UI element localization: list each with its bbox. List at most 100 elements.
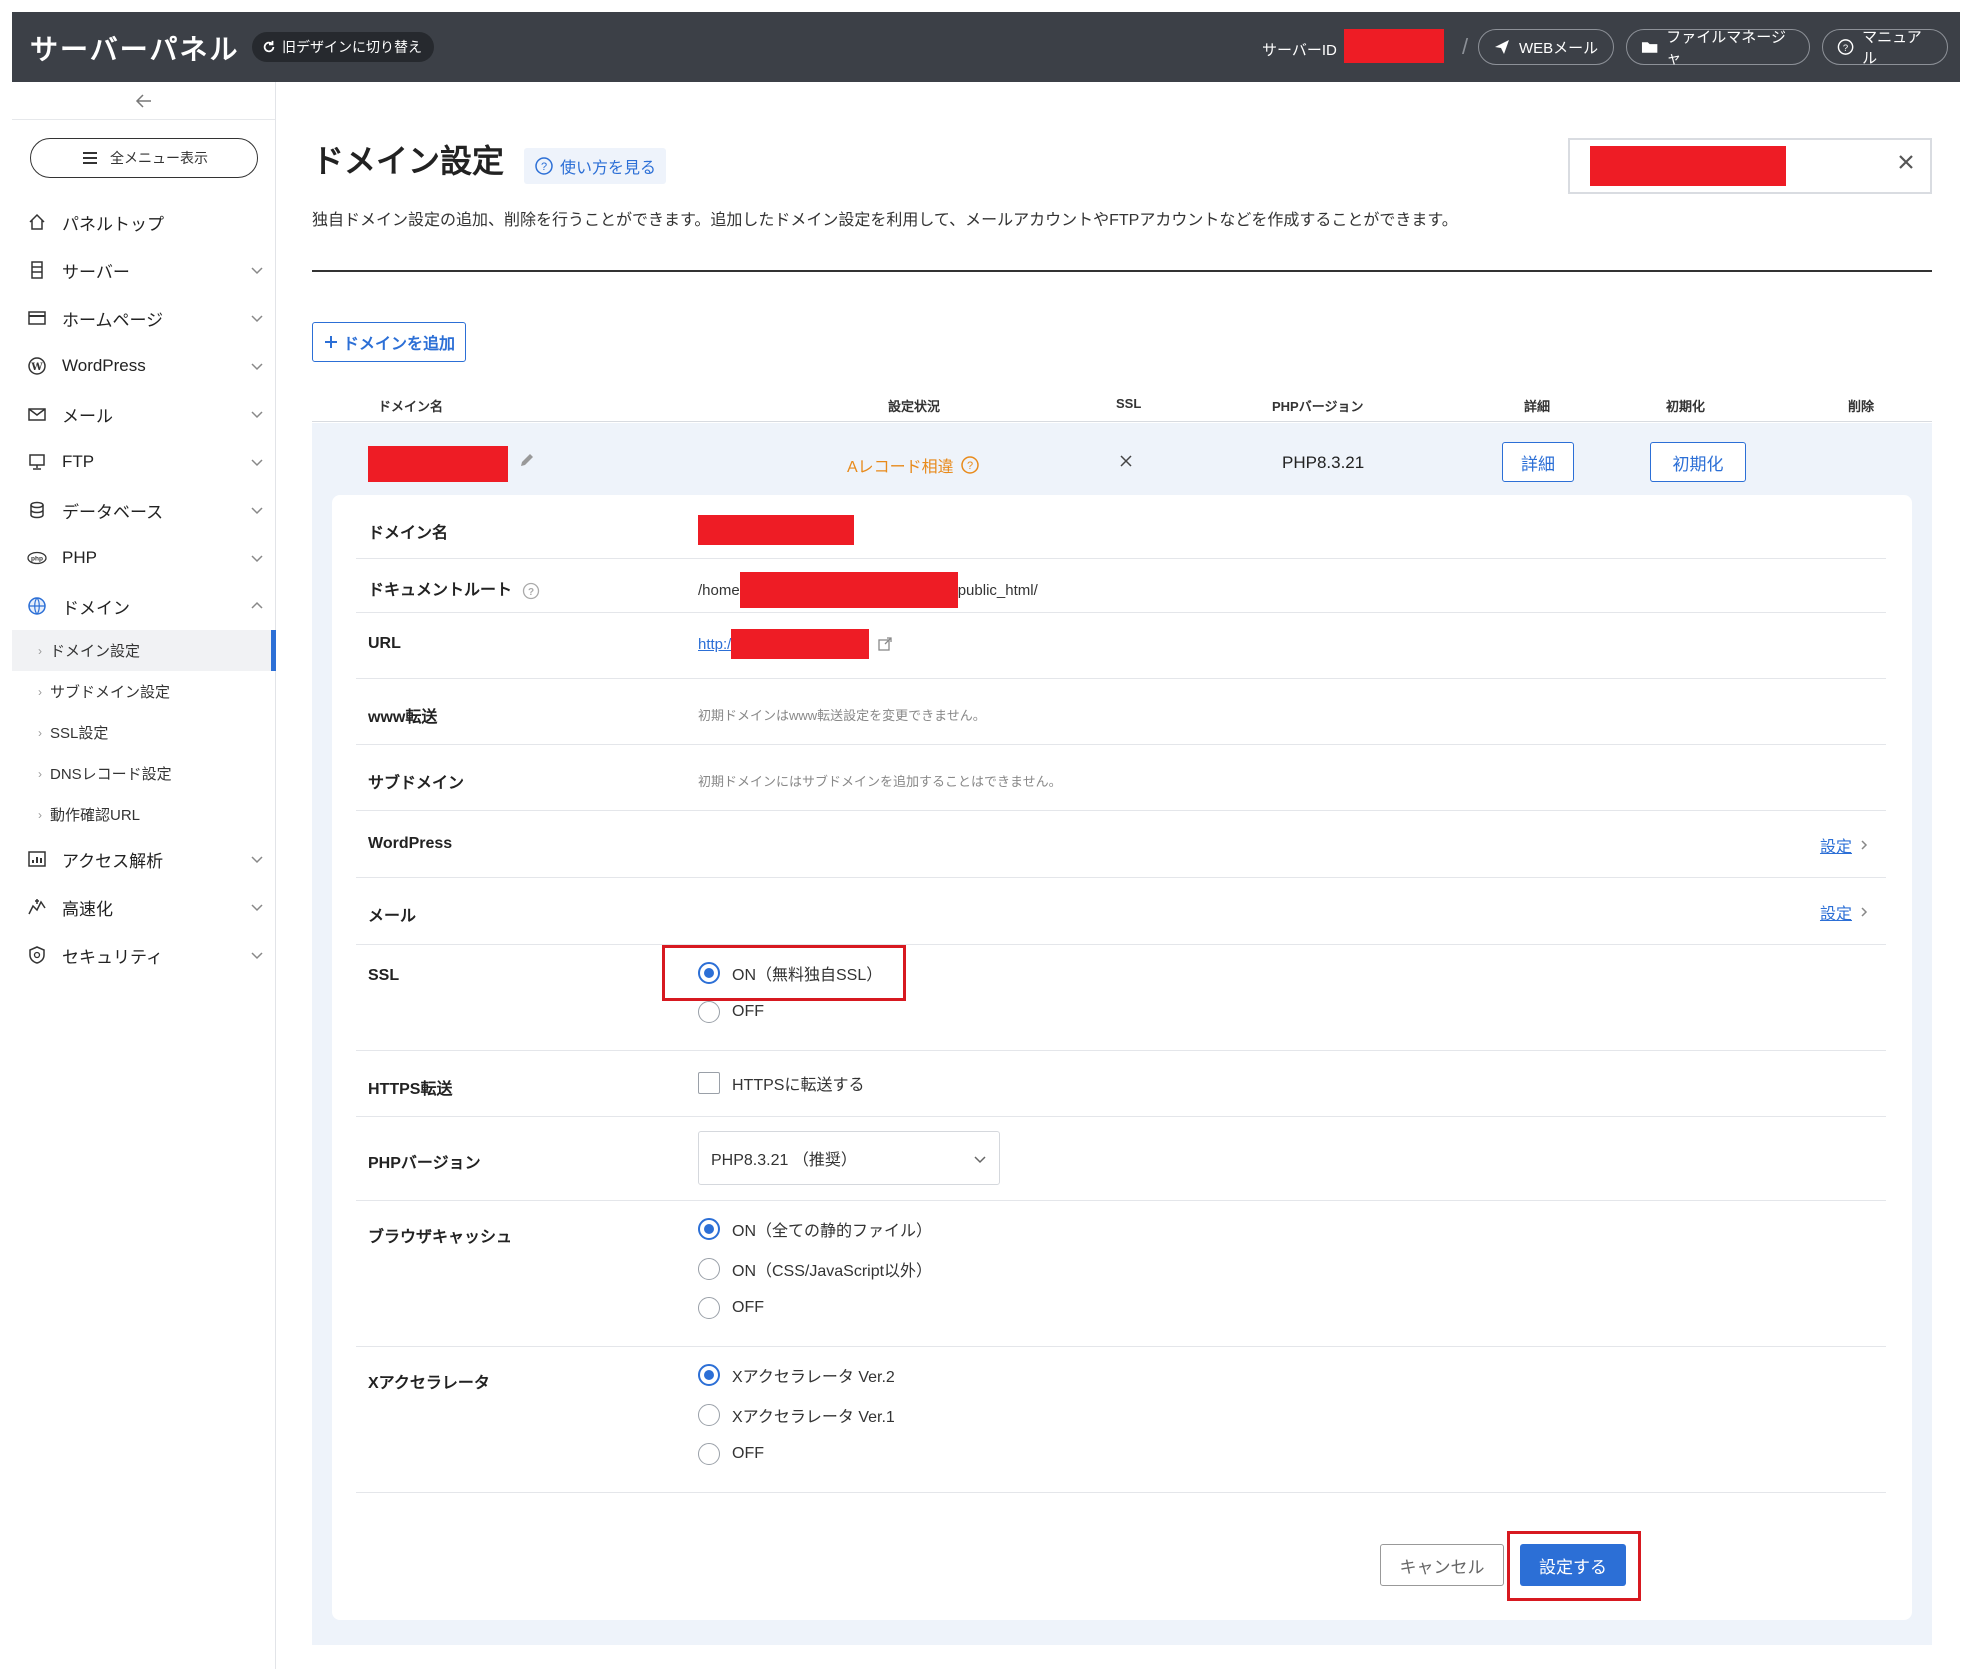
ssl-off-radio[interactable]: OFF [698, 1001, 764, 1023]
radio-button[interactable] [698, 1001, 720, 1023]
field-label: URL [368, 635, 401, 652]
https-redirect-checkbox[interactable]: HTTPSに転送する [698, 1071, 864, 1095]
sidebar-item-server[interactable]: サーバー [12, 246, 276, 294]
pencil-icon[interactable] [518, 451, 536, 469]
detail-button[interactable]: 詳細 [1502, 442, 1574, 482]
cache-all-radio[interactable]: ON（全ての静的ファイル） [698, 1217, 932, 1241]
sidebar: 全メニュー表示 パネルトップ サーバー ホームページ W WordPress メ… [12, 82, 276, 1669]
file-manager-button[interactable]: ファイルマネージャ [1626, 29, 1810, 67]
add-domain-label: ドメインを追加 [342, 336, 455, 353]
external-link-icon[interactable] [877, 636, 893, 652]
sidebar-subitem-check-url[interactable]: › 動作確認URL [12, 794, 276, 835]
chevron-down-icon [974, 1156, 986, 1164]
sidebar-subitem-domain-settings[interactable]: › ドメイン設定 [12, 630, 276, 671]
cache-off-radio[interactable]: OFF [698, 1297, 764, 1319]
sidebar-item-database[interactable]: データベース [12, 486, 276, 534]
radio-label: OFF [732, 1445, 764, 1462]
sidebar-item-label: FTP [62, 452, 95, 471]
radio-label: ON（CSS/JavaScript以外） [732, 1263, 933, 1280]
sidebar-subitem-subdomain-settings[interactable]: › サブドメイン設定 [12, 671, 276, 712]
mail-icon [26, 403, 48, 425]
initialize-button[interactable]: 初期化 [1650, 442, 1746, 482]
radio-button[interactable] [698, 1297, 720, 1319]
add-domain-button[interactable]: ドメインを追加 [312, 322, 466, 362]
svg-text:?: ? [1843, 43, 1848, 54]
sidebar-subitem-label: サブドメイン設定 [50, 684, 171, 701]
field-row-https: HTTPS転送 HTTPSに転送する [356, 1051, 1886, 1117]
separator: / [1462, 34, 1469, 59]
php-version-select[interactable]: PHP8.3.21 （推奨） [698, 1131, 1000, 1185]
sidebar-subitem-label: SSL設定 [50, 725, 109, 742]
chevron-down-icon [251, 555, 263, 563]
chevron-down-icon [251, 507, 263, 515]
webmail-button[interactable]: WEBメール [1478, 29, 1614, 65]
sidebar-subitem-ssl-settings[interactable]: › SSL設定 [12, 712, 276, 753]
howto-link[interactable]: ? 使い方を見る [524, 148, 667, 184]
sidebar-item-security[interactable]: セキュリティ [12, 931, 276, 979]
sidebar-item-access-analytics[interactable]: アクセス解析 [12, 835, 276, 883]
sidebar-item-ftp[interactable]: FTP [12, 438, 276, 486]
sidebar-item-mail[interactable]: メール [12, 390, 276, 438]
url-value[interactable]: http:/ [698, 629, 893, 659]
xacc-v2-radio[interactable]: Xアクセラレータ Ver.2 [698, 1363, 895, 1387]
radio-label: Xアクセラレータ Ver.1 [732, 1409, 895, 1426]
radio-button[interactable] [698, 1404, 720, 1426]
sidebar-item-homepage[interactable]: ホームページ [12, 294, 276, 342]
field-row-wordpress: WordPress 設定 [356, 811, 1886, 878]
mail-settings-link[interactable]: 設定 [1820, 900, 1870, 924]
chart-icon [26, 848, 48, 870]
select-value: PHP8.3.21 （推奨） [711, 1152, 857, 1169]
radio-label: ON（全ての静的ファイル） [732, 1223, 933, 1240]
field-label: ドキュメントルート ? [368, 576, 540, 600]
settings-link-label: 設定 [1819, 906, 1852, 923]
manual-button[interactable]: ? マニュアル [1822, 29, 1948, 67]
sidebar-item-speedup[interactable]: 高速化 [12, 883, 276, 931]
collapse-sidebar-button[interactable] [12, 82, 275, 120]
help-circle-icon[interactable]: ? [960, 455, 980, 475]
settings-link-label: 設定 [1819, 839, 1852, 856]
send-icon [1495, 40, 1509, 54]
radio-button[interactable] [698, 1443, 720, 1465]
redacted-domain [698, 515, 854, 545]
page-description: 独自ドメイン設定の追加、削除を行うことができます。追加したドメイン設定を利用して… [312, 212, 1458, 229]
radio-button-selected[interactable] [698, 1218, 720, 1240]
howto-label: 使い方を見る [560, 160, 657, 177]
wordpress-settings-link[interactable]: 設定 [1820, 833, 1870, 857]
ssl-off-icon [1120, 455, 1132, 467]
speed-icon [26, 896, 48, 918]
sidebar-subitem-dns-record[interactable]: › DNSレコード設定 [12, 753, 276, 794]
field-label: ドメイン名 [368, 525, 449, 542]
server-icon [26, 259, 48, 281]
sidebar-item-label: PHP [62, 548, 97, 567]
chevron-right-icon: › [38, 643, 42, 658]
sidebar-item-label: サーバー [62, 262, 130, 282]
xacc-off-radio[interactable]: OFF [698, 1443, 764, 1465]
sidebar-item-php[interactable]: php PHP [12, 534, 276, 582]
page-title: ドメイン設定 [312, 142, 505, 180]
checkbox[interactable] [698, 1072, 720, 1094]
brand-logo[interactable]: サーバーパネル [30, 28, 239, 68]
ftp-icon [26, 451, 48, 473]
refresh-icon [263, 40, 275, 53]
chevron-down-icon [251, 267, 263, 275]
folder-icon [1641, 42, 1658, 53]
all-menu-button[interactable]: 全メニュー表示 [30, 138, 258, 178]
cache-except-css-js-radio[interactable]: ON（CSS/JavaScript以外） [698, 1257, 932, 1281]
url-link[interactable]: http:/ [698, 636, 731, 653]
cancel-button[interactable]: キャンセル [1380, 1544, 1504, 1586]
shield-icon [26, 944, 48, 966]
home-icon [26, 211, 48, 233]
sidebar-item-wordpress[interactable]: W WordPress [12, 342, 276, 390]
sidebar-item-panel-top[interactable]: パネルトップ [12, 198, 276, 246]
close-icon[interactable] [1896, 152, 1916, 172]
old-design-toggle[interactable]: 旧デザインに切り替え [252, 32, 434, 62]
sidebar-subitem-label: DNSレコード設定 [50, 766, 172, 783]
field-label: SSL [368, 967, 400, 984]
radio-button[interactable] [698, 1258, 720, 1280]
radio-button-selected[interactable] [698, 1364, 720, 1386]
xacc-v1-radio[interactable]: Xアクセラレータ Ver.1 [698, 1403, 895, 1427]
subdomain-note: 初期ドメインにはサブドメインを追加することはできません。 [698, 774, 1062, 789]
radio-label: OFF [732, 1003, 764, 1020]
sidebar-item-domain[interactable]: ドメイン [12, 582, 276, 630]
help-circle-icon[interactable]: ? [522, 582, 540, 600]
